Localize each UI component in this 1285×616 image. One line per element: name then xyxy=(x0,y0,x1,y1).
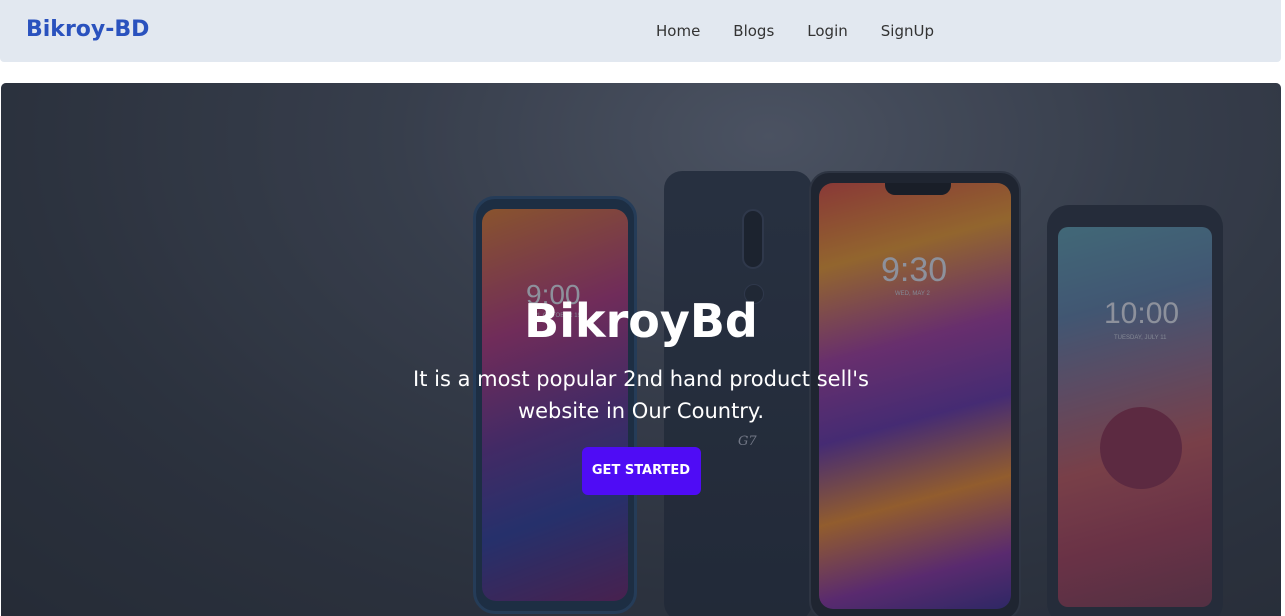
navbar: Bikroy-BD Home Blogs Login SignUp xyxy=(0,0,1281,62)
hero-title: BikroyBd xyxy=(524,294,758,348)
nav-link-blogs[interactable]: Blogs xyxy=(733,22,774,40)
nav-link-signup[interactable]: SignUp xyxy=(881,22,934,40)
get-started-button[interactable]: GET STARTED xyxy=(581,447,701,495)
nav-link-home[interactable]: Home xyxy=(656,22,700,40)
hero-banner: 9:00 FRI, OCTOBER 19 G7 LG 9:30 WED, MAY… xyxy=(1,83,1281,616)
brand-logo-link[interactable]: Bikroy-BD xyxy=(26,17,149,42)
nav-link-login[interactable]: Login xyxy=(807,22,847,40)
nav-links: Home Blogs Login SignUp xyxy=(656,22,934,40)
hero-content: BikroyBd It is a most popular 2nd hand p… xyxy=(401,293,881,495)
hero-description: It is a most popular 2nd hand product se… xyxy=(413,367,869,423)
